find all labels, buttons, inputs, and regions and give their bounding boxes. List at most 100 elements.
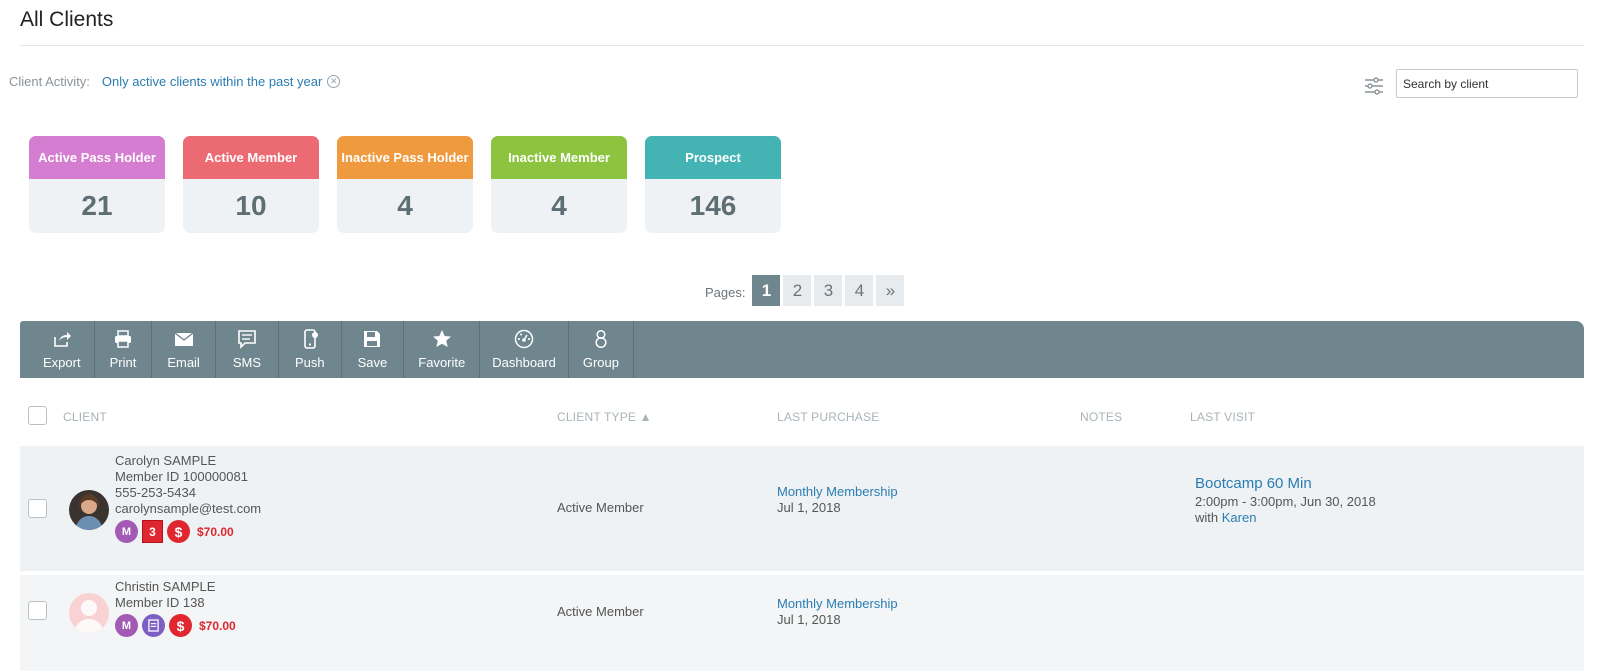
purchase-date: Jul 1, 2018	[777, 612, 841, 627]
membership-badge[interactable]: M	[115, 614, 138, 637]
table-row[interactable]: Carolyn SAMPLE Member ID 100000081 555-2…	[20, 446, 1584, 571]
favorite-button[interactable]: Favorite	[404, 321, 481, 378]
group-label: Group	[582, 355, 619, 370]
card-count: 146	[689, 190, 737, 221]
dashboard-icon	[514, 329, 534, 349]
instructor-link[interactable]: Karen	[1222, 510, 1257, 525]
client-info: Carolyn SAMPLE Member ID 100000081 555-2…	[115, 453, 261, 543]
visit-with-label: with	[1195, 510, 1219, 525]
client-type: Active Member	[557, 604, 644, 619]
client-info: Christin SAMPLE Member ID 138 M $ $70.00	[115, 579, 236, 637]
card-prospect[interactable]: Prospect 146	[645, 136, 781, 233]
row-checkbox[interactable]	[28, 601, 47, 620]
membership-badge[interactable]: M	[115, 520, 138, 543]
dashboard-button[interactable]: Dashboard	[480, 321, 569, 378]
save-label: Save	[357, 355, 388, 370]
print-label: Print	[109, 355, 137, 370]
row-checkbox[interactable]	[28, 499, 47, 518]
client-type-cards: Active Pass Holder 21 Active Member 10 I…	[29, 136, 781, 233]
column-last-purchase[interactable]: LAST PURCHASE	[777, 410, 879, 424]
purchase-date: Jul 1, 2018	[777, 500, 841, 515]
card-count: 21	[81, 190, 113, 221]
card-count: 4	[397, 190, 413, 221]
table-row[interactable]: Christin SAMPLE Member ID 138 M $ $70.00…	[20, 575, 1584, 671]
card-label: Prospect	[645, 136, 781, 179]
client-activity-value[interactable]: Only active clients within the past year	[102, 74, 322, 89]
action-toolbar: Export Print Email SMS Push Save Favorit…	[20, 321, 1584, 378]
last-purchase: Monthly Membership Jul 1, 2018	[777, 484, 898, 516]
column-notes[interactable]: NOTES	[1080, 410, 1122, 424]
page-1-button[interactable]: 1	[752, 275, 781, 306]
print-icon	[114, 330, 131, 348]
client-name[interactable]: Carolyn SAMPLE	[115, 453, 261, 469]
card-count: 10	[235, 190, 267, 221]
export-button[interactable]: Export	[20, 321, 95, 378]
client-member-id: Member ID 138	[115, 595, 205, 610]
title-divider	[20, 45, 1584, 46]
card-label: Active Member	[183, 136, 319, 179]
visit-time: 2:00pm - 3:00pm, Jun 30, 2018	[1195, 494, 1376, 509]
avatar[interactable]	[69, 593, 109, 633]
print-button[interactable]: Print	[95, 321, 153, 378]
card-active-member[interactable]: Active Member 10	[183, 136, 319, 233]
table-header: CLIENT CLIENT TYPE ▲ LAST PURCHASE NOTES…	[20, 400, 1584, 432]
sms-button[interactable]: SMS	[216, 321, 279, 378]
client-balance: $70.00	[197, 524, 234, 539]
email-icon	[174, 332, 193, 346]
column-client[interactable]: CLIENT	[63, 410, 107, 424]
client-badges: M $ $70.00	[115, 614, 236, 637]
star-icon	[432, 330, 451, 347]
search-input[interactable]	[1396, 69, 1578, 98]
sms-label: SMS	[232, 355, 261, 370]
select-all-checkbox[interactable]	[28, 406, 47, 425]
column-client-type[interactable]: CLIENT TYPE ▲	[557, 410, 652, 424]
column-last-visit[interactable]: LAST VISIT	[1190, 410, 1255, 424]
save-icon	[364, 331, 381, 347]
pagination: Pages: 1 2 3 4 »	[705, 275, 905, 306]
email-label: Email	[167, 355, 200, 370]
close-circle-icon[interactable]: ✕	[327, 75, 341, 88]
card-label: Active Pass Holder	[29, 136, 165, 179]
client-badges: M 3 $ $70.00	[115, 520, 261, 543]
client-type: Active Member	[557, 500, 644, 515]
dashboard-label: Dashboard	[492, 355, 556, 370]
card-count: 4	[551, 190, 567, 221]
card-label: Inactive Pass Holder	[337, 136, 473, 179]
purchase-link[interactable]: Monthly Membership	[777, 596, 898, 612]
page-4-button[interactable]: 4	[845, 275, 874, 306]
card-inactive-member[interactable]: Inactive Member 4	[491, 136, 627, 233]
export-label: Export	[43, 355, 81, 370]
email-button[interactable]: Email	[152, 321, 216, 378]
visit-class-link[interactable]: Bootcamp 60 Min	[1195, 474, 1376, 494]
last-purchase: Monthly Membership Jul 1, 2018	[777, 596, 898, 628]
page-2-button[interactable]: 2	[783, 275, 812, 306]
client-activity-label: Client Activity:	[9, 74, 90, 89]
save-button[interactable]: Save	[342, 321, 405, 378]
group-button[interactable]: Group	[569, 321, 634, 378]
visit-instructor-line: with Karen	[1195, 510, 1376, 526]
last-visit: Bootcamp 60 Min 2:00pm - 3:00pm, Jun 30,…	[1195, 474, 1376, 526]
client-member-id: Member ID 100000081	[115, 469, 248, 484]
page-3-button[interactable]: 3	[814, 275, 843, 306]
count-badge[interactable]: 3	[142, 520, 163, 543]
document-icon[interactable]	[142, 614, 165, 637]
favorite-label: Favorite	[418, 355, 466, 370]
client-email: carolynsample@test.com	[115, 501, 262, 516]
dollar-icon[interactable]: $	[167, 520, 190, 543]
push-button[interactable]: Push	[279, 321, 342, 378]
sms-icon	[238, 330, 256, 349]
avatar[interactable]	[69, 490, 109, 530]
push-icon	[304, 329, 318, 349]
page-title: All Clients	[20, 8, 114, 31]
card-active-pass-holder[interactable]: Active Pass Holder 21	[29, 136, 165, 233]
export-icon	[53, 332, 71, 347]
client-activity-filter: Client Activity: Only active clients wit…	[9, 74, 341, 89]
sliders-icon[interactable]	[1364, 76, 1384, 96]
next-page-button[interactable]: »	[876, 275, 905, 306]
dollar-icon[interactable]: $	[169, 614, 192, 637]
client-phone: 555-253-5434	[115, 485, 196, 500]
group-icon	[595, 329, 607, 349]
card-inactive-pass-holder[interactable]: Inactive Pass Holder 4	[337, 136, 473, 233]
purchase-link[interactable]: Monthly Membership	[777, 484, 898, 500]
client-name[interactable]: Christin SAMPLE	[115, 579, 236, 595]
